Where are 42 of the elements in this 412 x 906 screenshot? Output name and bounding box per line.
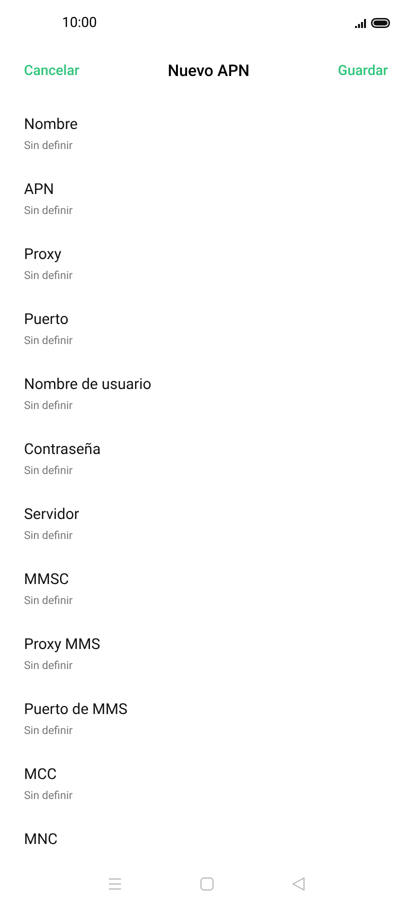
setting-row[interactable]: MNC xyxy=(0,811,412,862)
setting-row[interactable]: Proxy MMS Sin definir xyxy=(0,616,412,681)
battery-icon xyxy=(371,18,390,28)
setting-label: Nombre de usuario xyxy=(24,374,152,395)
setting-row[interactable]: Puerto de MMS Sin definir xyxy=(0,681,412,746)
setting-label: MMSC xyxy=(24,569,70,590)
setting-label: Puerto de MMS xyxy=(24,699,128,720)
setting-label: Contraseña xyxy=(24,439,102,460)
signal-icon xyxy=(355,18,367,28)
menu-icon[interactable] xyxy=(108,878,122,890)
setting-row[interactable]: Contraseña Sin definir xyxy=(0,421,412,486)
setting-value: Sin definir xyxy=(24,528,74,544)
setting-label: Proxy xyxy=(24,244,62,265)
setting-value: Sin definir xyxy=(24,138,74,154)
page-title: Nuevo APN xyxy=(168,60,250,82)
setting-value: Sin definir xyxy=(24,398,74,414)
setting-row[interactable]: MMSC Sin definir xyxy=(0,551,412,616)
setting-row[interactable]: Proxy Sin definir xyxy=(0,226,412,291)
setting-row[interactable]: APN Sin definir xyxy=(0,161,412,226)
setting-value: Sin definir xyxy=(24,593,74,609)
setting-label: Nombre xyxy=(24,114,79,135)
setting-label: Servidor xyxy=(24,504,80,525)
setting-value: Sin definir xyxy=(24,463,74,479)
setting-value: Sin definir xyxy=(24,788,74,804)
setting-value: Sin definir xyxy=(24,333,74,349)
status-time: 10:00 xyxy=(62,14,97,32)
setting-value: Sin definir xyxy=(24,203,74,219)
setting-label: MNC xyxy=(24,829,59,850)
setting-row[interactable]: Servidor Sin definir xyxy=(0,486,412,551)
back-icon[interactable] xyxy=(292,877,304,891)
setting-row[interactable]: Puerto Sin definir xyxy=(0,291,412,356)
setting-label: Proxy MMS xyxy=(24,634,102,655)
setting-label: Puerto xyxy=(24,309,70,330)
setting-row[interactable]: MCC Sin definir xyxy=(0,746,412,811)
setting-value: Sin definir xyxy=(24,658,74,674)
home-icon[interactable] xyxy=(200,877,214,891)
setting-row[interactable]: Nombre Sin definir xyxy=(0,96,412,161)
setting-label: MCC xyxy=(24,764,58,785)
setting-value: Sin definir xyxy=(24,268,74,284)
setting-label: APN xyxy=(24,179,55,200)
setting-value: Sin definir xyxy=(24,723,74,739)
setting-row[interactable]: Nombre de usuario Sin definir xyxy=(0,356,412,421)
